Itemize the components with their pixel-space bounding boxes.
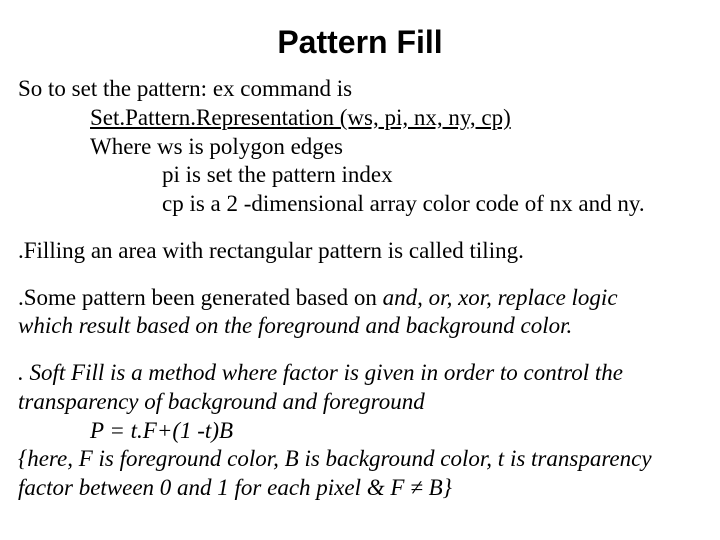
text-line: which result based on the foreground and… (18, 312, 702, 341)
text-line: Set.Pattern.Representation (ws, pi, nx, … (18, 104, 702, 133)
text-span: . (18, 360, 30, 385)
text-line: So to set the pattern: ex command is (18, 75, 702, 104)
text-line: .Some pattern been generated based on an… (18, 284, 702, 313)
function-call: Set.Pattern.Representation (ws, pi, nx, … (90, 105, 511, 130)
text-span: Soft Fill is a method where factor is gi… (30, 360, 623, 385)
text-line: factor between 0 and 1 for each pixel & … (18, 474, 702, 503)
equation-line: P = t.F+(1 -t)B (18, 417, 702, 446)
slide-title: Pattern Fill (18, 24, 702, 61)
slide-body: So to set the pattern: ex command is Set… (18, 75, 702, 503)
text-span-italic: and, or, xor, replace logic (383, 285, 618, 310)
text-line: {here, F is foreground color, B is backg… (18, 445, 702, 474)
text-line: .Filling an area with rectangular patter… (18, 237, 702, 266)
text-line: Where ws is polygon edges (18, 133, 702, 162)
text-line: pi is set the pattern index (18, 161, 702, 190)
text-line: transparency of background and foregroun… (18, 388, 702, 417)
text-line: . Soft Fill is a method where factor is … (18, 359, 702, 388)
text-span: .Some pattern been generated based on (18, 285, 383, 310)
slide: Pattern Fill So to set the pattern: ex c… (0, 0, 720, 540)
text-line: cp is a 2 -dimensional array color code … (18, 190, 702, 219)
